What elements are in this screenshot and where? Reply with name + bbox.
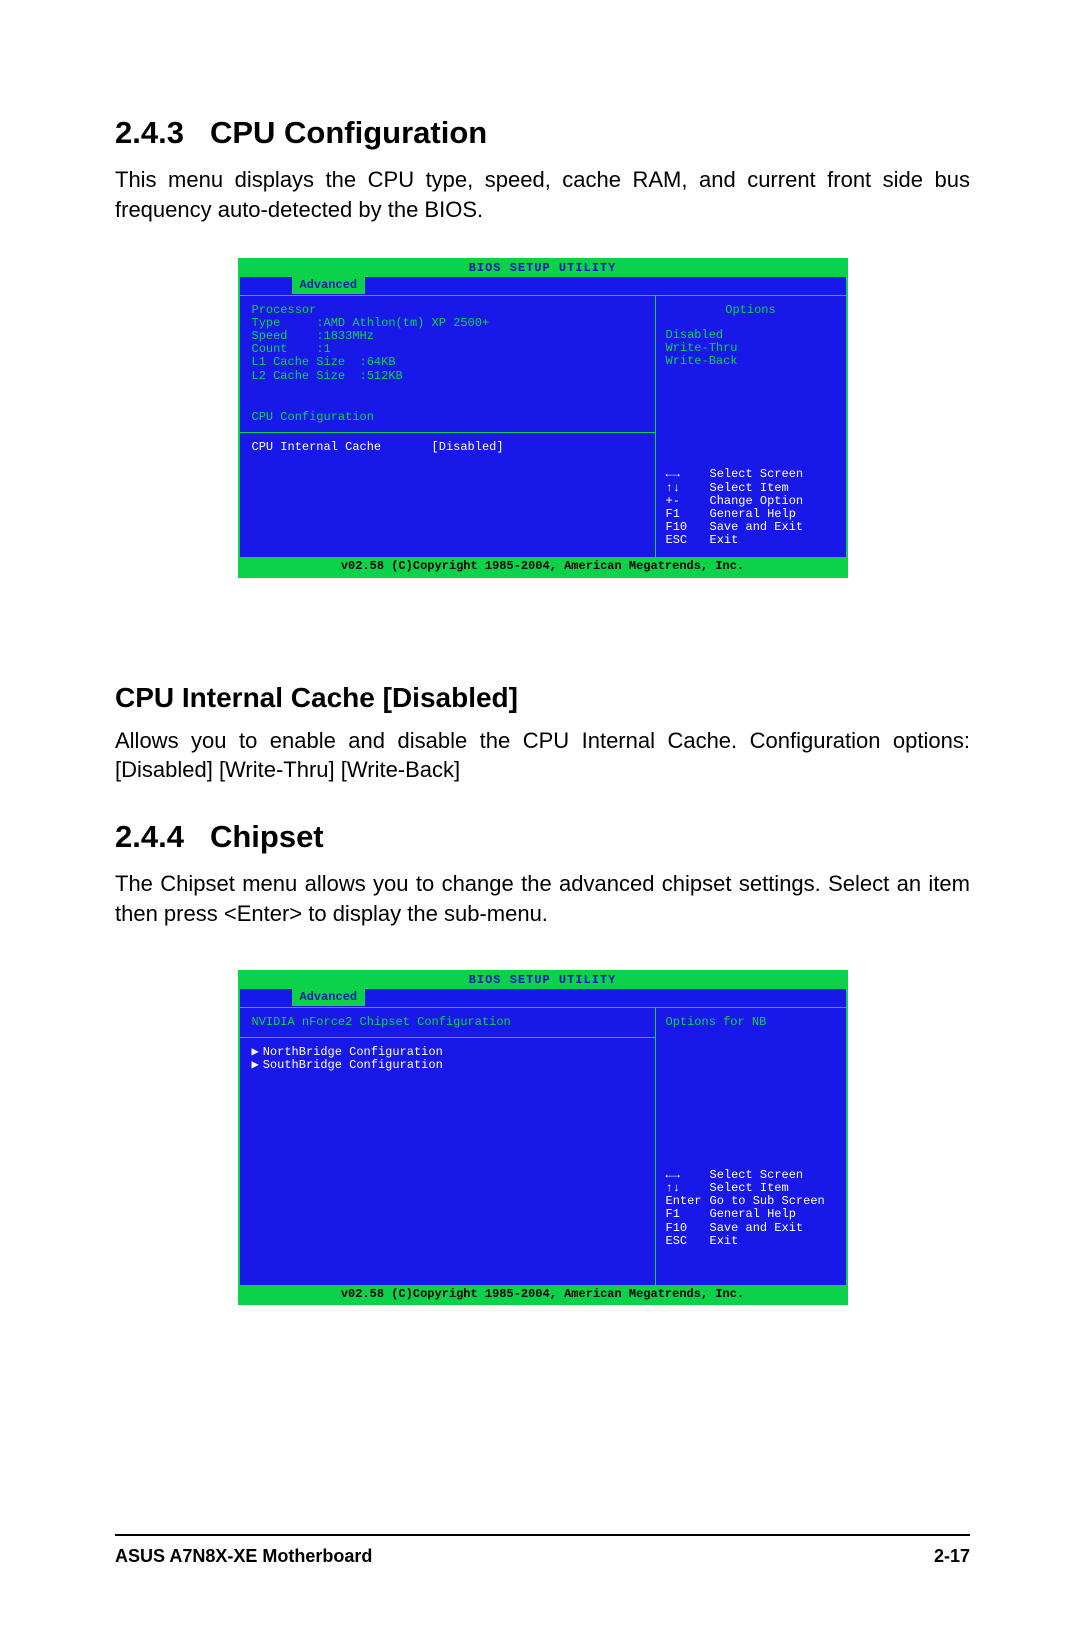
bios-option: Disabled xyxy=(666,329,836,342)
triangle-icon: ▶ xyxy=(252,1059,259,1072)
section-heading-chipset: 2.4.4 Chipset xyxy=(115,819,970,855)
bios-tabbar: Advanced xyxy=(240,989,846,1007)
bios-footer: v02.58 (C)Copyright 1985-2004, American … xyxy=(240,1285,846,1303)
bios-help-keys: ←→Select Screen ↑↓Select Item +-Change O… xyxy=(656,468,846,557)
section-body: This menu displays the CPU type, speed, … xyxy=(115,165,970,224)
chipset-config-title: NVIDIA nForce2 Chipset Configuration xyxy=(252,1016,643,1029)
bios-screenshot-cpu: BIOS SETUP UTILITY Advanced Processor Ty… xyxy=(238,258,848,577)
bios-option: Write-Back xyxy=(666,355,836,368)
bios-tab-advanced: Advanced xyxy=(292,277,366,293)
bios-left-pane: Processor Type :AMD Athlon(tm) XP 2500+ … xyxy=(240,295,656,558)
section-body: The Chipset menu allows you to change th… xyxy=(115,869,970,928)
bios-tabbar: Advanced xyxy=(240,277,846,295)
cpu-config-title: CPU Configuration xyxy=(252,411,643,424)
subsection-heading-cache: CPU Internal Cache [Disabled] xyxy=(115,682,970,714)
cpu-l2-row: L2 Cache Size :512KB xyxy=(252,370,643,383)
footer-page-number: 2-17 xyxy=(934,1546,970,1567)
section-number: 2.4.3 xyxy=(115,115,184,151)
bios-tab-advanced: Advanced xyxy=(292,989,366,1005)
bios-header: BIOS SETUP UTILITY xyxy=(240,260,846,276)
page-footer: ASUS A7N8X-XE Motherboard 2-17 xyxy=(115,1534,970,1567)
submenu-list: ▶NorthBridge Configuration ▶SouthBridge … xyxy=(252,1046,643,1072)
cpu-type-row: Type :AMD Athlon(tm) XP 2500+ xyxy=(252,317,643,330)
bios-left-pane: NVIDIA nForce2 Chipset Configuration ▶No… xyxy=(240,1007,656,1285)
bios-right-title: Options for NB xyxy=(656,1008,846,1029)
section-title: CPU Configuration xyxy=(210,115,487,150)
section-heading-cpu-config: 2.4.3 CPU Configuration xyxy=(115,115,970,151)
bios-header: BIOS SETUP UTILITY xyxy=(240,972,846,988)
bios-screenshot-chipset: BIOS SETUP UTILITY Advanced NVIDIA nForc… xyxy=(238,970,848,1304)
submenu-southbridge: ▶SouthBridge Configuration xyxy=(252,1059,643,1072)
bios-right-pane: Options for NB ←→Select Screen ↑↓Select … xyxy=(656,1007,846,1285)
section-number: 2.4.4 xyxy=(115,819,184,855)
section-title: Chipset xyxy=(210,819,324,854)
footer-product: ASUS A7N8X-XE Motherboard xyxy=(115,1546,372,1567)
bios-right-pane: Options Disabled Write-Thru Write-Back ←… xyxy=(656,295,846,558)
subsection-body: Allows you to enable and disable the CPU… xyxy=(115,726,970,785)
bios-help-keys: ←→Select Screen ↑↓Select Item EnterGo to… xyxy=(656,1169,846,1258)
bios-item-cpu-cache: CPU Internal Cache [Disabled] xyxy=(252,441,643,454)
bios-footer: v02.58 (C)Copyright 1985-2004, American … xyxy=(240,557,846,575)
triangle-icon: ▶ xyxy=(252,1046,259,1059)
bios-options-title: Options xyxy=(666,304,836,317)
